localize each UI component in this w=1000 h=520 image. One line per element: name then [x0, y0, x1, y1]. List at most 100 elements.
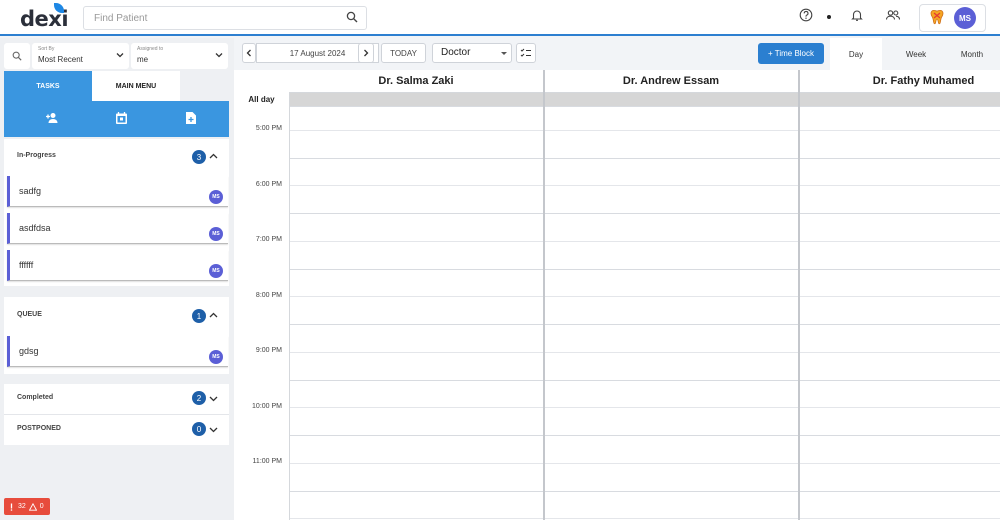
grid-line: [289, 491, 1000, 492]
grid-line: [289, 269, 1000, 270]
in-progress-section: In-Progress 3 sadfg MS asdfdsa MS ffffff…: [4, 139, 229, 286]
grid-line: [289, 241, 1000, 242]
all-day-slot[interactable]: [544, 93, 798, 106]
chevron-up-icon: [209, 312, 218, 318]
user-avatar: MS: [954, 7, 976, 29]
task-name: sadfg: [19, 186, 42, 196]
all-day-label: All day: [248, 95, 275, 104]
tab-tasks[interactable]: TASKS: [4, 71, 92, 101]
postponed-title: POSTPONED: [17, 425, 61, 432]
error-count: 32: [18, 503, 26, 510]
view-month-tab[interactable]: Month: [946, 38, 998, 70]
grid-line: [289, 213, 1000, 214]
dexi-logo[interactable]: dexi: [20, 3, 69, 32]
task-search-button[interactable]: [4, 43, 30, 69]
time-grid[interactable]: All day 5:00 PM 6:00 PM 7:00 PM 8:00 PM …: [234, 70, 1000, 520]
queue-header[interactable]: QUEUE 1: [4, 301, 229, 331]
panel-tabs: TASKS MAIN MENU: [4, 71, 229, 101]
search-icon: [12, 51, 22, 61]
search-icon[interactable]: [346, 11, 358, 23]
task-name: ffffff: [19, 260, 34, 270]
bell-icon[interactable]: [850, 8, 864, 22]
task-item[interactable]: ffffff MS: [7, 250, 228, 281]
assigned-to-select[interactable]: Assigned to me: [131, 43, 228, 69]
tooth-icon: [930, 9, 944, 25]
task-item[interactable]: sadfg MS: [7, 176, 228, 207]
grid-line: [289, 463, 1000, 464]
collapsed-sections: Completed 2 POSTPONED 0: [4, 384, 229, 445]
column-divider: [289, 93, 290, 520]
warning-count: 0: [39, 503, 44, 510]
add-patient-icon[interactable]: [45, 111, 59, 125]
assigned-to-label: Assigned to: [137, 46, 164, 52]
task-assignee-avatar: MS: [209, 190, 223, 204]
column-divider: [798, 70, 800, 520]
tab-main-menu[interactable]: MAIN MENU: [92, 71, 180, 101]
postponed-header[interactable]: POSTPONED 0: [4, 415, 229, 445]
time-label: 5:00 PM: [255, 125, 282, 132]
task-name: asdfdsa: [19, 223, 51, 233]
sort-by-label: Sort By: [38, 46, 55, 52]
completed-count-badge: 2: [192, 391, 206, 405]
grid-line: [289, 380, 1000, 381]
doctor-column-header: Dr. Andrew Essam: [544, 70, 798, 93]
task-item[interactable]: gdsg MS: [7, 336, 228, 367]
chevron-down-icon: [209, 427, 218, 433]
grid-line: [289, 407, 1000, 408]
users-icon[interactable]: [885, 8, 901, 22]
warning-icon: [28, 502, 37, 511]
time-label: 10:00 PM: [252, 403, 282, 410]
checklist-button[interactable]: [516, 43, 536, 63]
grid-line: [289, 106, 1000, 107]
sort-by-select[interactable]: Sort By Most Recent: [32, 43, 129, 69]
prev-day-button[interactable]: [242, 43, 256, 63]
task-actions-bar: [4, 101, 229, 137]
chevron-down-icon: [215, 53, 223, 58]
all-day-slot[interactable]: [799, 93, 1000, 106]
queue-title: QUEUE: [17, 311, 42, 318]
help-icon[interactable]: [799, 8, 813, 22]
in-progress-count-badge: 3: [192, 150, 206, 164]
chevron-down-icon: [209, 396, 218, 402]
error-status-badge[interactable]: 32 0: [4, 498, 50, 515]
grid-line: [289, 185, 1000, 186]
next-day-button[interactable]: [358, 43, 374, 63]
grid-line: [289, 158, 1000, 159]
new-document-icon[interactable]: [185, 111, 197, 125]
completed-header[interactable]: Completed 2: [4, 384, 229, 414]
calendar: 17 August 2024 TODAY Doctor + Time Block…: [234, 38, 1000, 520]
grid-line: [289, 296, 1000, 297]
all-day-slot[interactable]: [289, 93, 543, 106]
column-divider: [543, 70, 545, 520]
add-time-block-button[interactable]: + Time Block: [758, 43, 824, 64]
grid-line: [289, 130, 1000, 131]
patient-search: [83, 6, 367, 30]
in-progress-header[interactable]: In-Progress 3: [4, 142, 229, 172]
resource-select-value: Doctor: [441, 47, 471, 58]
resource-select[interactable]: Doctor: [432, 43, 512, 63]
user-menu[interactable]: MS: [919, 4, 986, 32]
time-label: 8:00 PM: [255, 292, 282, 299]
tasks-panel: Sort By Most Recent Assigned to me TASKS…: [0, 38, 234, 520]
task-name: gdsg: [19, 346, 39, 356]
task-assignee-avatar: MS: [209, 350, 223, 364]
time-label: 11:00 PM: [252, 458, 282, 465]
grid-line: [289, 324, 1000, 325]
completed-title: Completed: [17, 394, 54, 401]
checklist-icon: [520, 48, 531, 57]
patient-search-input[interactable]: [84, 7, 324, 29]
time-label: 9:00 PM: [255, 347, 282, 354]
grid-line: [289, 352, 1000, 353]
chevron-up-icon: [209, 153, 218, 159]
calendar-icon[interactable]: [115, 111, 128, 125]
today-button[interactable]: TODAY: [381, 43, 426, 63]
in-progress-title: In-Progress: [17, 152, 56, 159]
task-item[interactable]: asdfdsa MS: [7, 213, 228, 244]
grid-line: [289, 435, 1000, 436]
view-week-tab[interactable]: Week: [890, 38, 942, 70]
chevron-left-icon: [246, 49, 251, 57]
task-filters: Sort By Most Recent Assigned to me: [4, 43, 228, 69]
doctor-column-header: Dr. Salma Zaki: [289, 70, 543, 93]
view-day-tab[interactable]: Day: [830, 38, 882, 70]
chevron-down-icon: [116, 53, 124, 58]
